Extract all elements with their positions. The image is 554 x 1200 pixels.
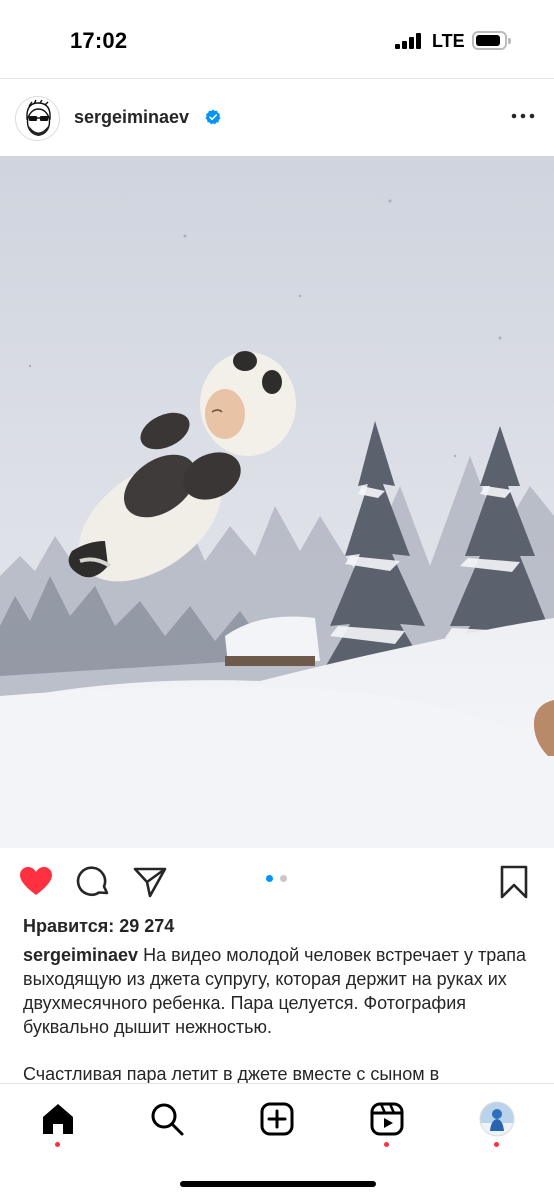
comment-icon[interactable] (76, 864, 112, 900)
reels-notification-dot (384, 1142, 389, 1147)
carousel-indicator (266, 875, 290, 883)
profile-avatar[interactable] (479, 1101, 515, 1137)
home-icon[interactable] (40, 1101, 76, 1137)
create-post-icon[interactable] (259, 1101, 295, 1137)
share-send-icon[interactable] (132, 864, 168, 900)
like-heart-icon[interactable] (18, 864, 54, 900)
post-username[interactable]: sergeiminaev (74, 107, 189, 128)
post-header: sergeiminaev (0, 79, 554, 156)
search-icon[interactable] (149, 1101, 185, 1137)
home-notification-dot (55, 1142, 60, 1147)
post-photo[interactable] (0, 156, 554, 848)
battery-icon (472, 31, 511, 50)
verified-badge-icon (205, 109, 221, 125)
likes-count[interactable]: Нравится: 29 274 (23, 916, 174, 937)
post-caption: sergeiminaev На видео молодой человек вс… (23, 943, 538, 1039)
more-options-icon[interactable] (510, 106, 536, 126)
status-time: 17:02 (70, 28, 128, 53)
caption-text-continued: Счастливая пара летит в джете вместе с с… (23, 1064, 440, 1084)
reels-icon[interactable] (369, 1101, 405, 1137)
snowy-scene-image (0, 156, 554, 848)
save-bookmark-icon[interactable] (496, 864, 532, 900)
status-bar: 17:02 LTE (0, 0, 554, 74)
signal-icon (395, 33, 423, 49)
profile-notification-dot (494, 1142, 499, 1147)
carousel-dot (280, 875, 287, 882)
network-label: LTE (432, 31, 465, 51)
home-indicator (180, 1181, 376, 1187)
caption-username[interactable]: sergeiminaev (23, 945, 138, 965)
avatar[interactable] (15, 96, 60, 141)
carousel-dot-active (266, 875, 273, 882)
